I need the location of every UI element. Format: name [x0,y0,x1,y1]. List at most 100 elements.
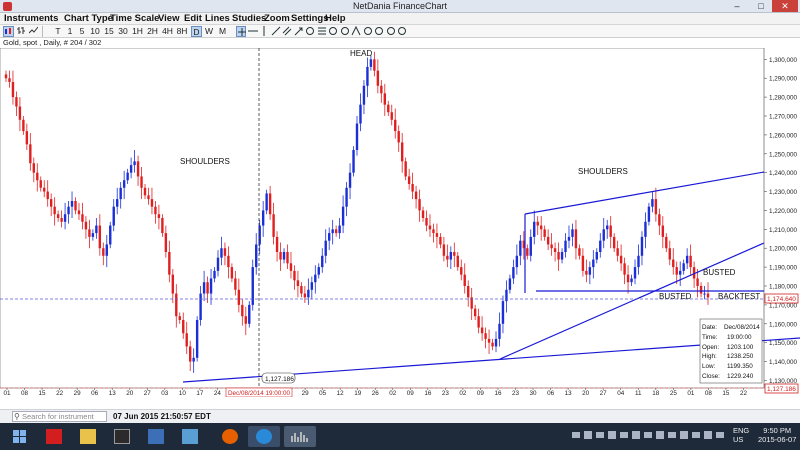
candle-body [574,229,578,249]
timescale-4h[interactable]: 4H [161,26,174,37]
candle-body [279,252,282,260]
internet-explorer-icon[interactable] [248,426,280,447]
candle-body [654,199,658,215]
vertical-line-tool-icon[interactable] [259,26,269,37]
cycle-tool-icon[interactable] [374,26,384,37]
arrow-tool-icon[interactable] [294,26,304,37]
instrument-search-input[interactable]: ⚲ Search for instrument [12,411,107,422]
timescale-5[interactable]: 5 [78,26,86,37]
cmd-icon[interactable] [106,426,138,447]
maximize-button[interactable]: □ [750,0,772,12]
candle-body [383,93,387,105]
price-chart[interactable]: HEAD SHOULDERS SHOULDERS BUSTED BUSTED B… [0,48,800,397]
candle-body [421,210,425,218]
timescale-t[interactable]: T [53,26,63,37]
tooltip-low-label: Low: [702,363,716,370]
media-icon[interactable] [140,426,172,447]
annotation-head[interactable]: HEAD [350,49,372,58]
y-tick-label: 1,250,000 [769,151,798,158]
ellipse-tool-icon[interactable] [328,26,338,37]
candle-body [334,229,338,234]
menu-help[interactable]: Help [325,13,346,24]
menu-instruments[interactable]: Instruments [4,13,58,24]
timescale-2h[interactable]: 2H [146,26,159,37]
candle-body [477,316,480,328]
delete-tool-icon[interactable] [397,26,407,37]
crosshair-tool-icon[interactable] [236,26,246,37]
x-day-label: 09 [477,390,485,397]
clock[interactable]: 9:50 PM 2015-06-07 [758,426,796,444]
annotation-left-shoulder[interactable]: SHOULDERS [180,157,230,166]
timescale-8h[interactable]: 8H [176,26,188,37]
file-explorer-icon[interactable] [72,426,104,447]
menu-edit[interactable]: Edit [184,13,202,24]
candle-body [122,180,126,188]
annotation-right-shoulder[interactable]: SHOULDERS [578,167,628,176]
chart-area[interactable]: HEAD SHOULDERS SHOULDERS BUSTED BUSTED B… [0,48,800,397]
candle-body [637,255,640,268]
tray-icons[interactable] [570,427,730,445]
gann-tool-icon[interactable] [363,26,373,37]
candle-body [404,161,407,177]
timescale-w[interactable]: W [204,26,214,37]
annotation-backtest[interactable]: BACKTEST [718,292,760,301]
candle-body [633,267,637,279]
trendline-tool-icon[interactable] [271,26,281,37]
line-icon[interactable] [28,26,38,37]
candle-body [199,293,202,320]
menu-chart-type[interactable]: Chart Type [64,13,113,24]
language-indicator[interactable]: ENG US [733,426,749,444]
candle-body [414,191,418,200]
pitchfork-tool-icon[interactable] [351,25,361,37]
antivirus-icon[interactable] [38,426,70,447]
y-tick-label: 1,190,000 [769,265,798,272]
menu-view[interactable]: View [158,13,179,24]
photos-icon[interactable] [174,426,206,447]
ohlc-icon[interactable] [16,26,26,37]
candle-body [390,112,393,120]
timescale-1h[interactable]: 1H [131,26,144,37]
firefox-icon[interactable] [214,426,246,447]
candle-body [432,229,435,234]
candles-icon[interactable] [3,26,14,37]
x-day-label: 29 [74,390,82,397]
close-button[interactable]: ✕ [772,0,798,12]
annotation-busted-lower[interactable]: BUSTED [659,292,692,301]
minimize-button[interactable]: – [726,0,748,12]
candle-body [672,259,675,268]
menu-zoom[interactable]: Zoom [264,13,290,24]
horizontal-line-tool-icon[interactable] [247,26,258,37]
text-tool-icon[interactable] [305,26,315,37]
menu-studies[interactable]: Studies [232,13,266,24]
menu-bar: Instruments Chart Type Time Scale View E… [0,13,800,25]
menu-settings[interactable]: Settings [291,13,328,24]
fib-tool-icon[interactable] [317,26,327,37]
timescale-m[interactable]: M [217,26,228,37]
candle-body [157,214,161,218]
pattern-tool-icon[interactable] [386,26,396,37]
candle-body [244,316,247,324]
candle-body [585,270,588,275]
timescale-30[interactable]: 30 [117,26,129,37]
timescale-1[interactable]: 1 [66,26,74,37]
channel-upper-trendline[interactable] [524,171,765,215]
menu-time-scale[interactable]: Time Scale [110,13,159,24]
rectangle-tool-icon[interactable] [340,26,350,37]
timescale-15[interactable]: 15 [103,26,115,37]
candle-body [32,163,36,173]
finance-chart-icon[interactable] [284,426,316,447]
candle-body [345,187,348,207]
candle-body [616,248,619,256]
candle-body [168,252,171,275]
windows-start-icon[interactable] [4,426,36,447]
menu-lines[interactable]: Lines [205,13,230,24]
candle-body [4,74,8,79]
candle-body [512,267,515,279]
annotation-busted-upper[interactable]: BUSTED [703,268,736,277]
timescale-10[interactable]: 10 [89,26,101,37]
channel-tool-icon[interactable] [282,26,292,37]
candle-body [74,201,77,211]
timescale-d[interactable]: D [191,26,202,37]
candle-body [581,255,585,271]
candle-body [689,255,692,268]
